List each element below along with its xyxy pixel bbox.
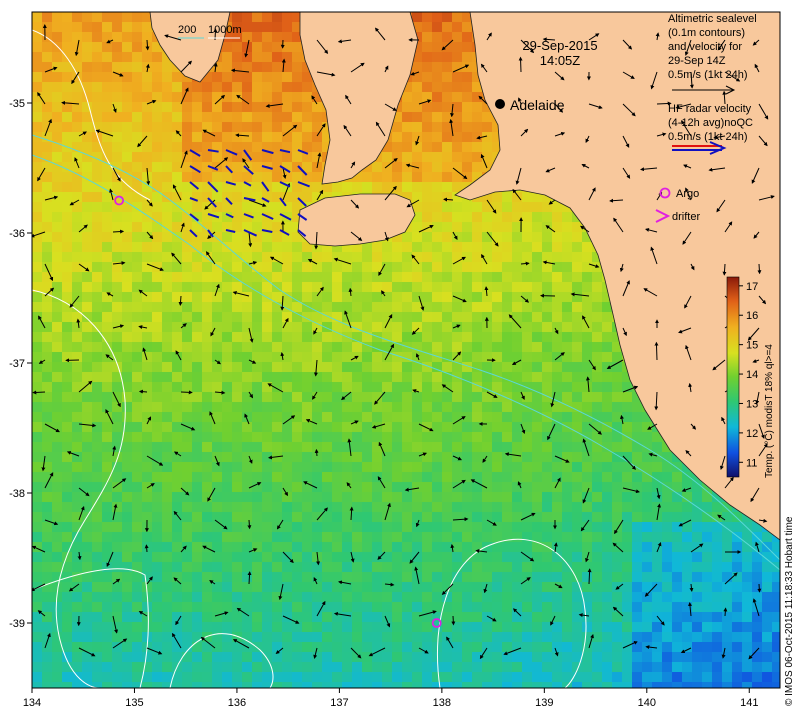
credit-text: © IMOS 06-Oct-2015 11:18:33 Hobart time xyxy=(784,516,795,706)
x-tick-label: 141 xyxy=(740,697,758,709)
x-tick-label: 135 xyxy=(125,697,143,709)
y-tick-label: -35 xyxy=(9,98,25,110)
depth-label-200: 200 xyxy=(178,24,196,36)
adelaide-label: Adelaide xyxy=(510,97,565,113)
legend-alt-line-4: 29-Sep 14Z xyxy=(668,55,726,67)
depth-label-1000: 1000m xyxy=(208,24,242,36)
adelaide-marker xyxy=(495,99,505,109)
colorbar-tick-label: 12 xyxy=(746,428,758,440)
x-axis-ticks: 134 135 136 137 138 139 140 141 xyxy=(23,688,758,709)
legend-alt-line-3: and velocity for xyxy=(668,41,742,53)
x-tick-label: 134 xyxy=(23,697,41,709)
colorbar-tick-label: 15 xyxy=(746,340,758,352)
map-time: 14:05Z xyxy=(540,53,581,68)
x-tick-label: 137 xyxy=(330,697,348,709)
y-tick-label: -36 xyxy=(9,228,25,240)
map-date: 29-Sep-2015 xyxy=(522,38,597,53)
legend-hf-line-2: (4-12h avg)noQC xyxy=(668,117,753,129)
legend-hf-line-3: 0.5m/s (1kt 24h) xyxy=(668,131,747,143)
legend-alt-line-1: Altimetric sealevel xyxy=(668,13,757,25)
legend-alt-line-5: 0.5m/s (1kt 24h) xyxy=(668,69,747,81)
legend-hf-line-1: HF radar velocity xyxy=(668,103,752,115)
x-tick-label: 136 xyxy=(228,697,246,709)
colorbar-label: Temp. (°C) modisT 18% ql>=4 xyxy=(764,344,775,478)
sst-map: Adelaide 200 1000m 29-Sep-2015 14:05Z Al… xyxy=(9,11,795,709)
y-axis-ticks: -35 -36 -37 -38 -39 xyxy=(9,98,32,630)
x-tick-label: 138 xyxy=(433,697,451,709)
x-tick-label: 139 xyxy=(535,697,553,709)
colorbar-tick-label: 17 xyxy=(746,281,758,293)
legend-alt-line-2: (0.1m contours) xyxy=(668,27,745,39)
x-tick-label: 140 xyxy=(638,697,656,709)
colorbar-tick-label: 11 xyxy=(746,457,757,469)
colorbar-tick-label: 16 xyxy=(746,310,758,322)
legend-drifter-label: drifter xyxy=(672,211,700,223)
y-tick-label: -38 xyxy=(9,488,25,500)
legend-argo-label: Argo xyxy=(676,188,699,200)
colorbar-scale xyxy=(726,276,740,478)
colorbar-tick-label: 13 xyxy=(746,398,758,410)
y-tick-label: -39 xyxy=(9,618,25,630)
y-tick-label: -37 xyxy=(9,358,25,370)
colorbar-tick-label: 14 xyxy=(746,369,758,381)
